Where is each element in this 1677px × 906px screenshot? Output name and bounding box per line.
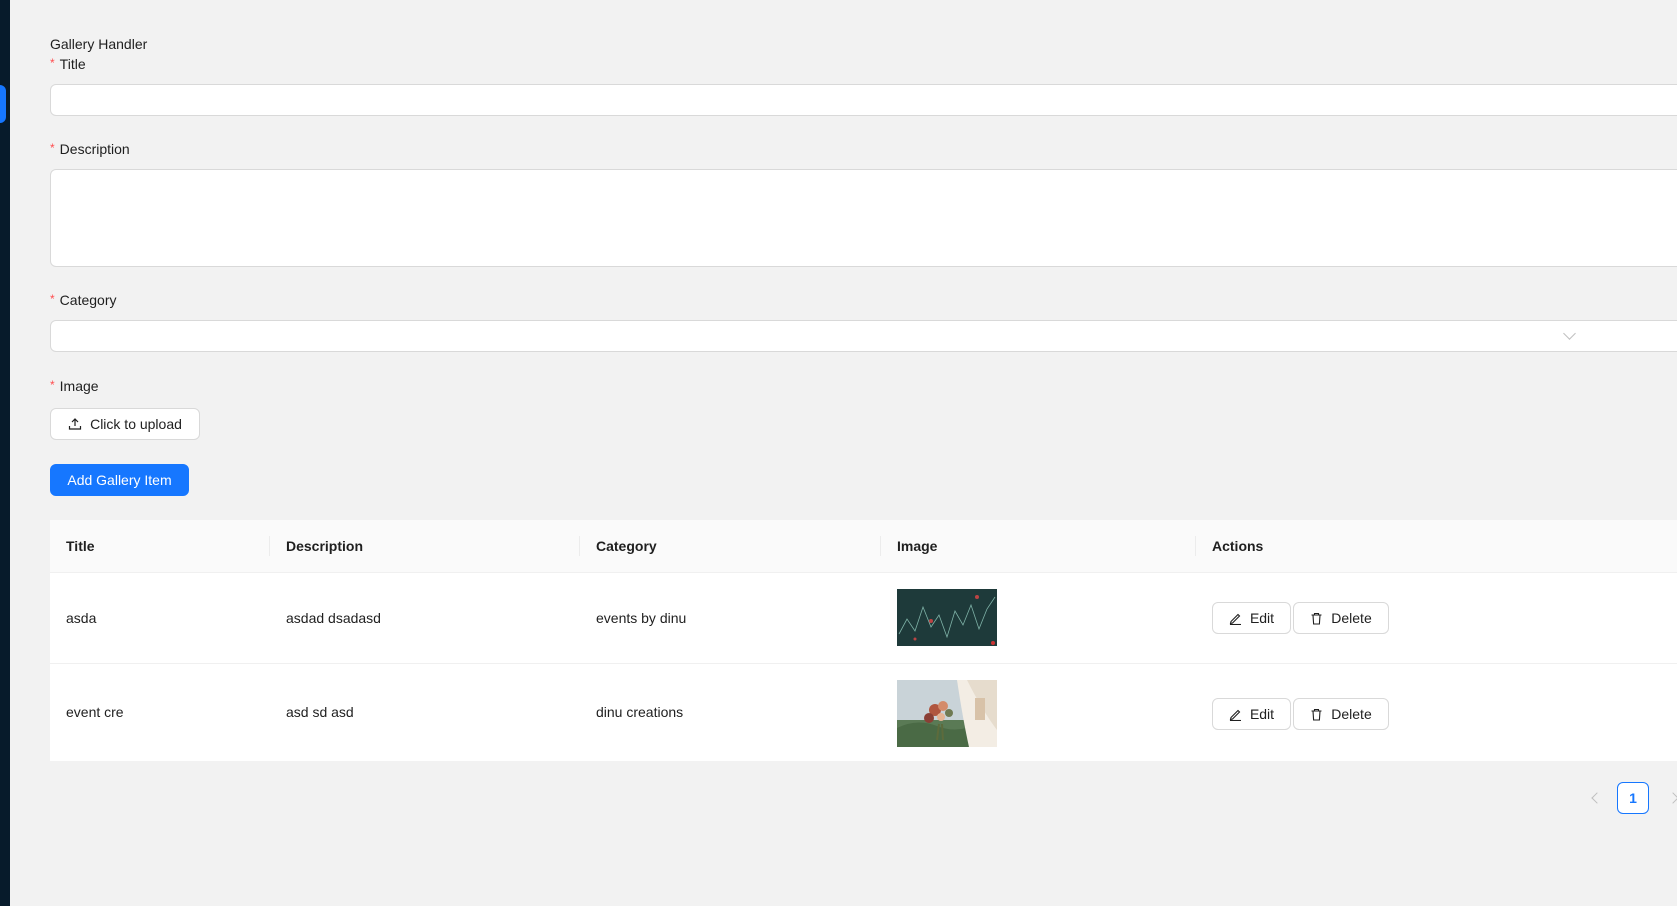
cell-description: asdad dsadasd <box>286 610 381 626</box>
column-header-image: Image <box>897 538 938 554</box>
upload-button[interactable]: Click to upload <box>50 408 200 440</box>
cell-title: asda <box>66 610 97 626</box>
image-label: * Image <box>50 378 99 394</box>
delete-button-label: Delete <box>1331 706 1372 722</box>
upload-icon <box>68 418 82 430</box>
required-marker: * <box>50 292 55 306</box>
gallery-handler-page: Gallery Handler * Title * Description * Cat… <box>50 0 1677 906</box>
cell-title: event cre <box>66 704 124 720</box>
edit-button-label: Edit <box>1249 610 1275 626</box>
column-divider <box>1195 536 1196 556</box>
cell-description: asd sd asd <box>286 704 354 720</box>
gallery-thumbnail <box>897 680 997 747</box>
column-divider <box>880 536 881 556</box>
title-input[interactable] <box>50 84 1677 116</box>
column-header-actions: Actions <box>1212 538 1264 554</box>
edit-button[interactable]: Edit <box>1212 698 1291 730</box>
add-gallery-item-label: Add Gallery Item <box>67 472 172 488</box>
bouquet-thumbnail-image <box>897 680 997 747</box>
image-label-text: Image <box>59 378 99 394</box>
add-gallery-item-button[interactable]: Add Gallery Item <box>50 464 189 496</box>
column-divider <box>579 536 580 556</box>
gallery-table: Title Description Category Image Actions… <box>50 520 1677 761</box>
upload-button-label: Click to upload <box>90 416 182 432</box>
category-label: * Category <box>50 292 116 308</box>
category-select[interactable] <box>50 320 1677 352</box>
description-textarea[interactable] <box>50 169 1677 267</box>
table-row: event cre asd sd asd dinu creations Edit… <box>50 664 1677 761</box>
edit-button[interactable]: Edit <box>1212 602 1291 634</box>
delete-icon <box>1311 612 1322 625</box>
column-header-category: Category <box>596 538 657 554</box>
cell-category: events by dinu <box>596 610 687 626</box>
description-label-text: Description <box>59 141 130 157</box>
edit-icon <box>1229 613 1241 625</box>
table-row: asda asdad dsadasd events by dinu Edit D… <box>50 573 1677 664</box>
cell-category: dinu creations <box>596 704 684 720</box>
required-marker: * <box>50 141 55 155</box>
delete-icon <box>1311 708 1322 721</box>
table-header: Title Description Category Image Actions <box>50 520 1677 573</box>
column-header-description: Description <box>286 538 364 554</box>
title-label: * Title <box>50 56 86 72</box>
column-header-title: Title <box>66 538 95 554</box>
gallery-thumbnail <box>897 589 997 646</box>
left-sidebar <box>0 0 10 906</box>
delete-button[interactable]: Delete <box>1293 602 1389 634</box>
chevron-down-icon <box>1563 327 1576 340</box>
delete-button[interactable]: Delete <box>1293 698 1389 730</box>
required-marker: * <box>50 378 55 392</box>
edit-button-label: Edit <box>1249 706 1275 722</box>
page-title: Gallery Handler <box>50 36 148 52</box>
title-label-text: Title <box>59 56 86 72</box>
category-label-text: Category <box>59 292 117 308</box>
column-divider <box>269 536 270 556</box>
prev-page-icon[interactable] <box>1591 792 1603 804</box>
page-number-current[interactable]: 1 <box>1617 782 1649 814</box>
description-label: * Description <box>50 141 130 157</box>
next-page-icon[interactable] <box>1667 792 1677 804</box>
edit-icon <box>1229 709 1241 721</box>
chart-thumbnail-image <box>897 589 997 646</box>
sidebar-active-indicator[interactable] <box>0 85 6 123</box>
required-marker: * <box>50 56 55 70</box>
delete-button-label: Delete <box>1331 610 1372 626</box>
